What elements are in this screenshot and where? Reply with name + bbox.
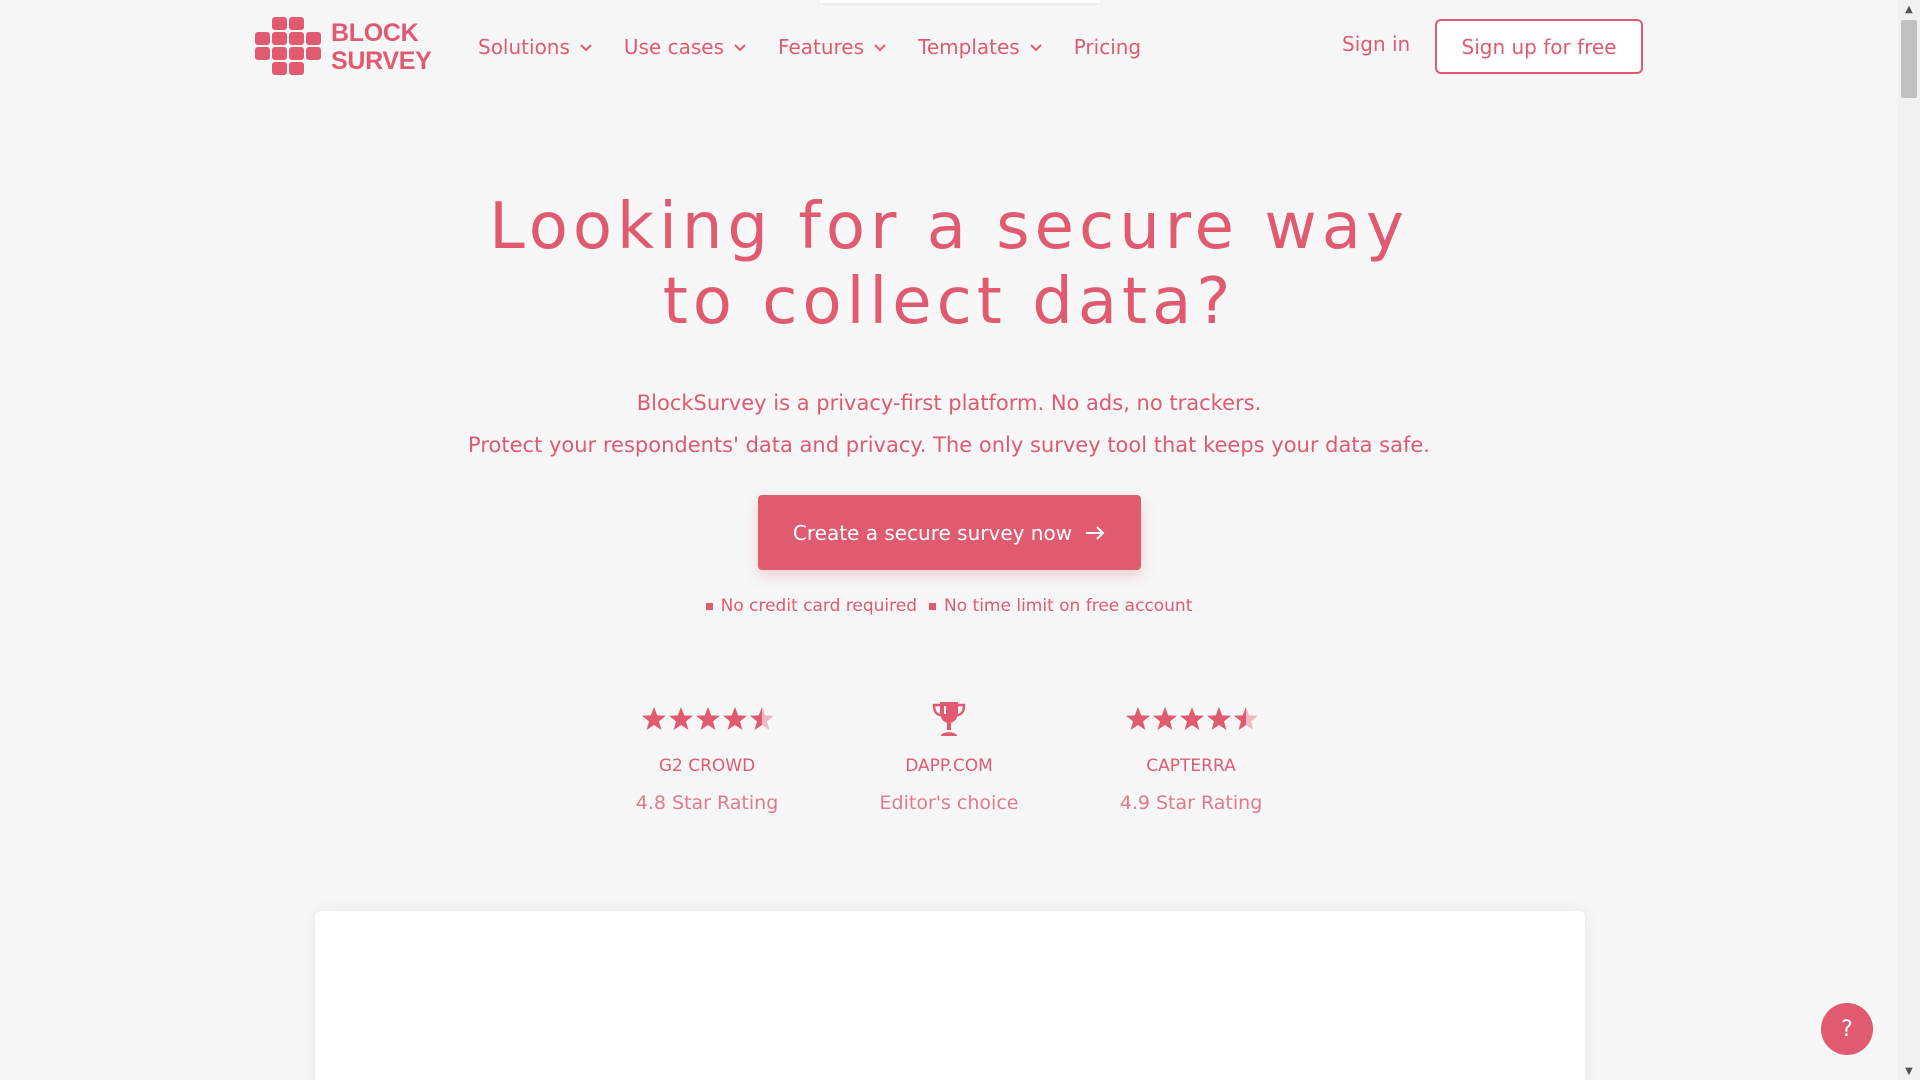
nav-pricing[interactable]: Pricing	[1074, 32, 1141, 62]
preview-card	[315, 911, 1585, 1080]
logo-grid-icon	[255, 17, 325, 77]
hero-title: Looking for a secure way to collect data…	[0, 190, 1898, 340]
hero-title-line2: to collect data?	[662, 265, 1236, 339]
nav-features-label: Features	[778, 35, 865, 59]
scroll-up-arrow-icon[interactable]: ▲	[1898, 0, 1920, 18]
nav-templates-label: Templates	[918, 35, 1020, 59]
rating-dapp: DAPP.COM Editor's choice	[828, 700, 1070, 814]
rating-source: DAPP.COM	[905, 756, 993, 776]
logo-text: BLOCK SURVEY	[331, 19, 432, 75]
header: BLOCK SURVEY Solutions Use cases Feature…	[0, 0, 1898, 92]
page: BLOCK SURVEY Solutions Use cases Feature…	[0, 0, 1920, 1080]
chevron-down-icon	[734, 44, 746, 52]
nav-pricing-label: Pricing	[1073, 35, 1142, 59]
arrow-right-icon	[1086, 525, 1105, 540]
hero-title-line1: Looking for a secure way	[489, 190, 1409, 264]
sign-up-button[interactable]: Sign up for free	[1435, 19, 1643, 74]
nav-solutions-label: Solutions	[478, 35, 570, 59]
chevron-down-icon	[1030, 44, 1042, 52]
scrollbar[interactable]: ▲ ▼	[1898, 0, 1920, 1080]
feature-checks: No credit card required No time limit on…	[0, 596, 1898, 616]
sign-in-link[interactable]: Sign in	[1342, 32, 1410, 56]
check-label: No time limit on free account	[944, 596, 1193, 616]
main-nav: Solutions Use cases Features Templates P…	[478, 32, 1171, 62]
create-survey-button[interactable]: Create a secure survey now	[758, 495, 1141, 570]
rating-g2crowd: G2 CROWD 4.8 Star Rating	[586, 700, 828, 814]
nav-solutions[interactable]: Solutions	[478, 32, 594, 62]
ratings: G2 CROWD 4.8 Star Rating DAPP.COM Editor…	[0, 700, 1898, 814]
star-rating-icon	[586, 700, 828, 738]
check-no-credit-card: No credit card required	[705, 596, 918, 616]
chevron-down-icon	[874, 44, 886, 52]
nav-use-cases-label: Use cases	[623, 35, 725, 59]
check-label: No credit card required	[720, 596, 918, 616]
trophy-icon	[828, 700, 1070, 738]
rating-capterra: CAPTERRA 4.9 Star Rating	[1070, 700, 1312, 814]
logo-text-line1: BLOCK	[331, 19, 419, 47]
hero-subtitle-line2: Protect your respondents' data and priva…	[468, 433, 1430, 457]
bullet-icon	[929, 602, 937, 610]
star-rating-icon	[1070, 700, 1312, 738]
hero-subtitle: BlockSurvey is a privacy-first platform.…	[0, 382, 1898, 466]
rating-source: CAPTERRA	[1146, 756, 1236, 776]
chevron-down-icon	[580, 44, 592, 52]
nav-use-cases[interactable]: Use cases	[624, 32, 748, 62]
rating-description: Editor's choice	[879, 792, 1019, 814]
hero-subtitle-line1: BlockSurvey is a privacy-first platform.…	[636, 391, 1262, 415]
create-survey-label: Create a secure survey now	[792, 520, 1073, 545]
scroll-thumb[interactable]	[1901, 20, 1917, 98]
logo[interactable]: BLOCK SURVEY	[255, 16, 435, 78]
help-button[interactable]: ?	[1821, 1003, 1873, 1055]
rating-description: 4.9 Star Rating	[1119, 792, 1263, 814]
nav-features[interactable]: Features	[778, 32, 888, 62]
logo-text-line2: SURVEY	[331, 47, 432, 75]
rating-description: 4.8 Star Rating	[635, 792, 779, 814]
nav-templates[interactable]: Templates	[918, 32, 1044, 62]
check-no-time-limit: No time limit on free account	[929, 596, 1192, 616]
bullet-icon	[705, 602, 713, 610]
rating-source: G2 CROWD	[658, 756, 756, 776]
scroll-down-arrow-icon[interactable]: ▼	[1898, 1062, 1920, 1080]
